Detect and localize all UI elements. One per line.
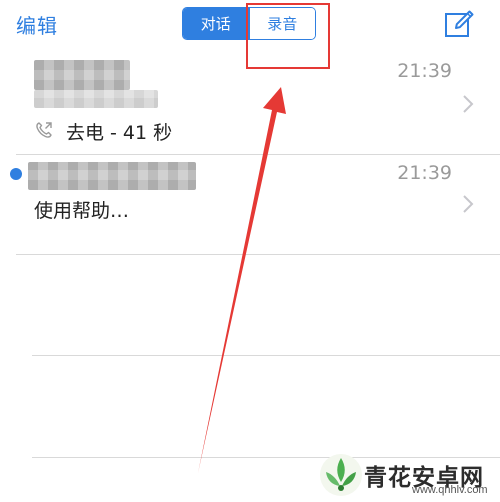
- row-divider: [16, 254, 500, 255]
- contact-name-redacted: [28, 162, 196, 190]
- edit-button[interactable]: 编辑: [16, 10, 58, 39]
- chevron-right-icon: [463, 195, 474, 213]
- timestamp: 21:39: [397, 60, 452, 82]
- contact-name-redacted: [34, 60, 130, 90]
- conversation-row[interactable]: 21:39 使用帮助…: [0, 154, 500, 254]
- highlight-box: [246, 3, 330, 69]
- watermark-url: www.qhhlv.com: [412, 484, 488, 496]
- row-divider: [32, 355, 500, 356]
- chevron-right-icon: [463, 95, 474, 113]
- timestamp: 21:39: [397, 162, 452, 184]
- watermark-logo: [320, 454, 362, 496]
- unread-indicator: [10, 168, 22, 180]
- compose-icon[interactable]: [444, 9, 474, 39]
- phone-outgoing-icon: [36, 122, 52, 138]
- contact-subtitle-redacted: [34, 90, 158, 108]
- message-preview: 使用帮助…: [34, 200, 130, 222]
- call-detail: 去电 - 41 秒: [66, 122, 173, 144]
- tab-conversations[interactable]: 对话: [183, 8, 249, 39]
